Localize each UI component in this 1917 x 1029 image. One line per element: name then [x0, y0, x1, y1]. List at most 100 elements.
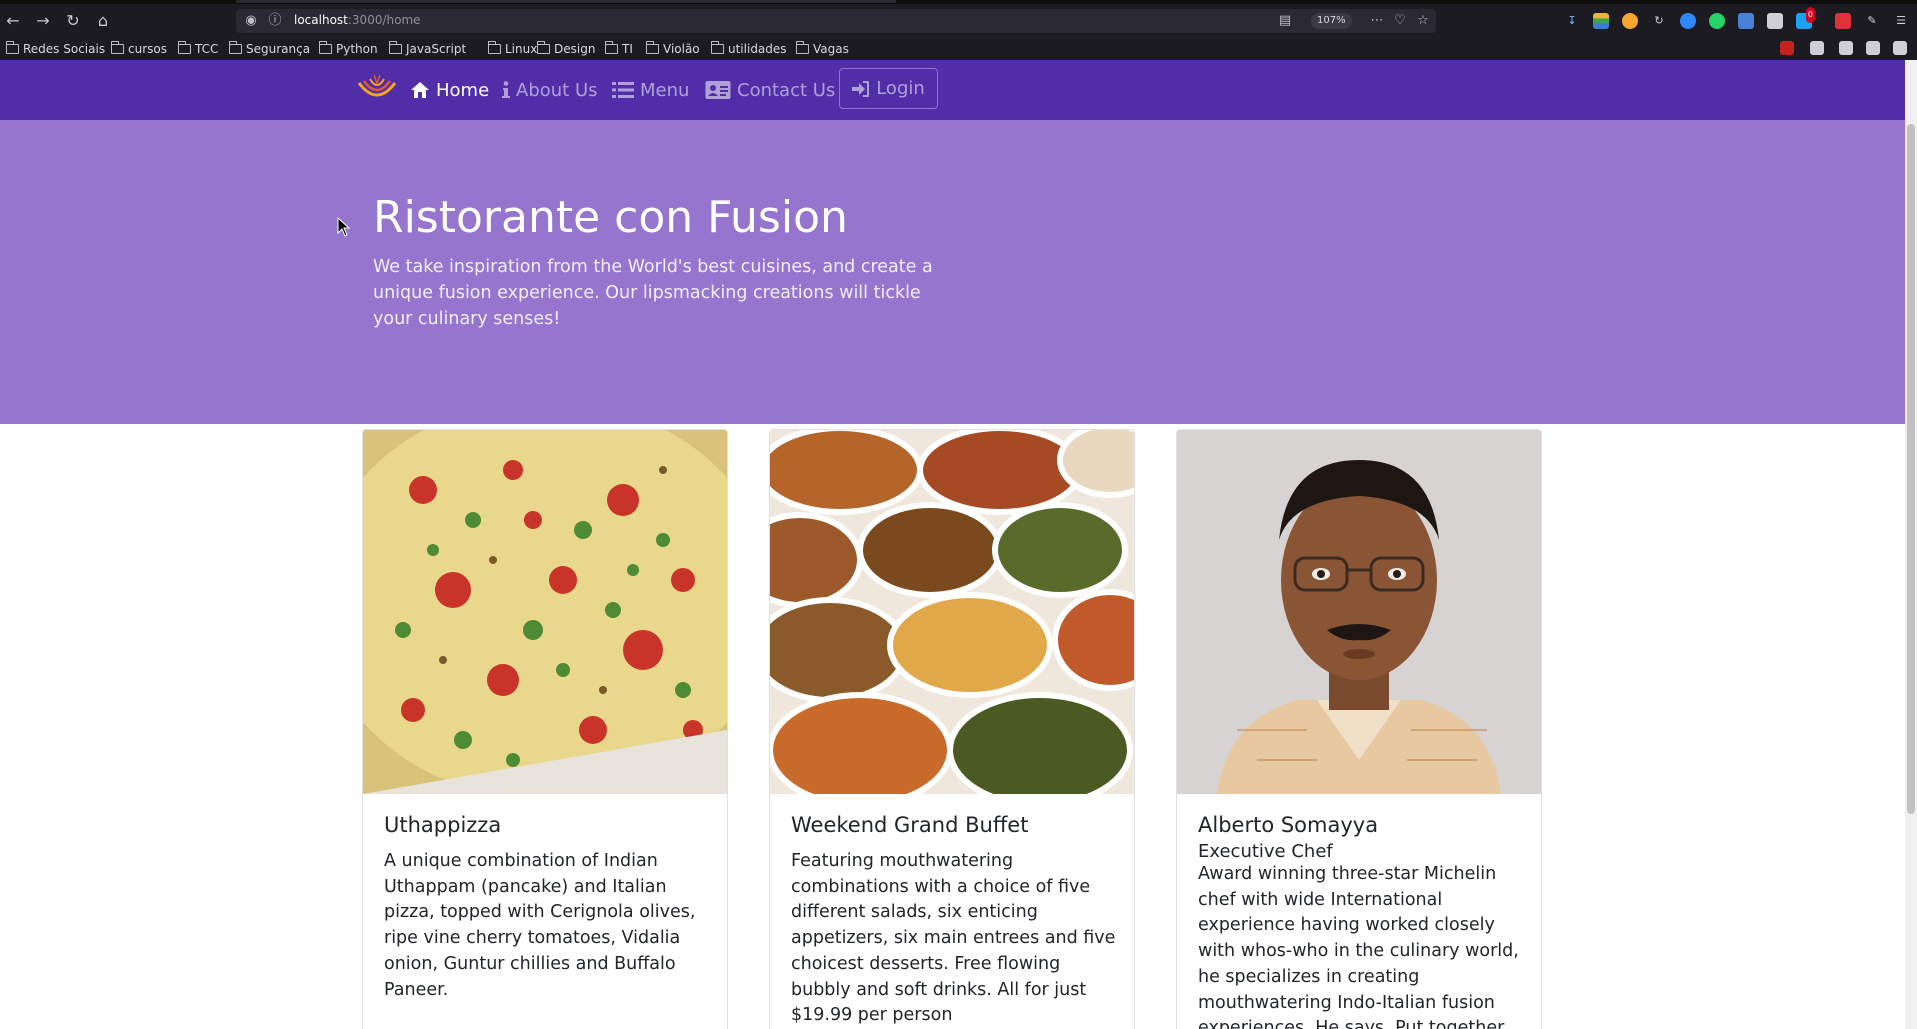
- gmail-icon[interactable]: [1780, 41, 1794, 55]
- bookmark-folder[interactable]: Violão: [645, 41, 700, 57]
- folder-icon: [604, 41, 618, 54]
- active-tab[interactable]: [236, 0, 896, 3]
- account-icon[interactable]: [1839, 41, 1853, 55]
- pizza-photo: [363, 430, 727, 794]
- extension-red-icon[interactable]: [1835, 13, 1851, 29]
- bookmark-folder[interactable]: cursos: [110, 41, 167, 57]
- url-text[interactable]: localhost:3000/home: [294, 13, 421, 27]
- nav-menu[interactable]: Menu: [612, 78, 689, 102]
- library-icon[interactable]: [1866, 41, 1880, 55]
- pocket-icon[interactable]: ♡: [1391, 12, 1409, 30]
- promotion-card[interactable]: Weekend Grand Buffet Featuring mouthwate…: [769, 429, 1135, 1029]
- extension-grey-icon[interactable]: [1767, 13, 1783, 29]
- bookmark-folder[interactable]: Redes Sociais: [5, 41, 106, 57]
- extension-stack-icon[interactable]: [1593, 13, 1609, 29]
- restaurant-logo-icon[interactable]: [356, 73, 398, 107]
- bookmark-folder[interactable]: Python: [318, 41, 378, 57]
- dish-card[interactable]: Uthappizza A unique combination of India…: [362, 429, 728, 1029]
- bookmark-folder[interactable]: utilidades: [710, 41, 787, 57]
- bookmark-label: utilidades: [728, 42, 787, 56]
- bookmark-folder[interactable]: JavaScript: [388, 41, 466, 57]
- hero-description: We take inspiration from the World's bes…: [373, 257, 933, 329]
- zoom-badge[interactable]: 107%: [1311, 13, 1352, 29]
- list-icon: [612, 82, 634, 98]
- browser-toolbar: ← → ↻ ⌂ ◉ ⓘ localhost:3000/home ▤ 107% ⋯…: [0, 4, 1917, 38]
- bookmark-folder[interactable]: Segurança: [228, 41, 311, 57]
- nav-home[interactable]: Home: [410, 78, 489, 102]
- address-card-icon: [705, 81, 731, 99]
- nav-home-label: Home: [436, 79, 490, 101]
- bookmark-label: Design: [554, 42, 596, 56]
- info-icon: [502, 81, 510, 98]
- card-title: Uthappizza: [384, 813, 502, 837]
- bookmark-folder[interactable]: Linux: [487, 41, 538, 57]
- home-browser-icon[interactable]: ⌂: [90, 10, 116, 32]
- leader-card[interactable]: Alberto Somayya Executive Chef Award win…: [1176, 429, 1542, 1029]
- login-button[interactable]: Login: [839, 68, 938, 109]
- card-text: Featuring mouthwatering combinations wit…: [791, 851, 1116, 1026]
- site-info-icon[interactable]: ⓘ: [266, 12, 284, 30]
- card-text: Award winning three-star Michelin chef w…: [1198, 864, 1519, 1029]
- bookmark-label: Violão: [663, 42, 700, 56]
- folder-icon: [388, 41, 402, 54]
- pen-icon[interactable]: ✎: [1864, 13, 1880, 29]
- card-body: Uthappizza A unique combination of India…: [384, 813, 714, 1003]
- bookmark-label: TCC: [195, 42, 219, 56]
- shield-icon[interactable]: ◉: [242, 12, 260, 30]
- stack-icon[interactable]: [1810, 41, 1824, 55]
- downloads-icon[interactable]: ↧: [1564, 13, 1580, 29]
- forward-icon[interactable]: →: [30, 10, 56, 32]
- mouse-cursor-icon: [337, 217, 351, 237]
- scroll-thumb[interactable]: [1907, 124, 1915, 814]
- notification-extension-icon[interactable]: 0: [1796, 7, 1815, 29]
- notification-count: 0: [1805, 7, 1815, 23]
- hamburger-menu-icon[interactable]: ☰: [1893, 13, 1909, 29]
- translate-icon[interactable]: [1738, 13, 1754, 29]
- card-subtitle: Executive Chef: [1198, 841, 1333, 862]
- folder-icon: [177, 41, 191, 54]
- bookmark-folder[interactable]: TCC: [177, 41, 219, 57]
- url-bar[interactable]: ◉ ⓘ localhost:3000/home ▤ 107% ⋯ ♡ ☆: [236, 9, 1436, 33]
- home-icon: [411, 82, 429, 98]
- bookmark-label: Vagas: [813, 42, 849, 56]
- extension-refresh-icon[interactable]: ↻: [1651, 13, 1667, 29]
- whatsapp-icon[interactable]: [1709, 13, 1725, 29]
- navbar: Home About Us Menu Contact Us Login: [0, 60, 1905, 120]
- folder-icon: [487, 41, 501, 54]
- bookmark-label: Linux: [505, 42, 538, 56]
- folder-icon: [318, 41, 332, 54]
- login-label: Login: [876, 78, 925, 99]
- extension-orange-icon[interactable]: [1622, 13, 1638, 29]
- folder-icon: [645, 41, 659, 54]
- nav-contact-label: Contact Us: [737, 79, 836, 101]
- bookmark-label: Python: [336, 42, 378, 56]
- card-body: Alberto Somayya Executive Chef Award win…: [1198, 813, 1528, 1029]
- back-icon[interactable]: ←: [0, 10, 26, 32]
- page-actions-icon[interactable]: ⋯: [1368, 12, 1386, 30]
- nav-about[interactable]: About Us: [502, 78, 598, 102]
- card-body: Weekend Grand Buffet Featuring mouthwate…: [791, 813, 1121, 1029]
- hero-title: Ristorante con Fusion: [373, 192, 848, 243]
- bookmark-folder[interactable]: Vagas: [795, 41, 849, 57]
- page-viewport: Home About Us Menu Contact Us Login Rist…: [0, 60, 1917, 1029]
- folder-icon: [536, 41, 550, 54]
- bookmark-star-icon[interactable]: ☆: [1414, 12, 1432, 30]
- sign-in-icon: [852, 80, 870, 97]
- bookmark-label: Segurança: [246, 42, 311, 56]
- folder-icon: [228, 41, 242, 54]
- reader-view-icon[interactable]: ▤: [1276, 12, 1294, 30]
- bookmark-label: TI: [622, 42, 633, 56]
- bookmark-label: Redes Sociais: [23, 42, 106, 56]
- folder-icon: [795, 41, 809, 54]
- mask-icon[interactable]: [1893, 41, 1907, 55]
- card-text: A unique combination of Indian Uthappam …: [384, 851, 696, 1000]
- page-scrollbar[interactable]: [1905, 60, 1917, 1029]
- bookmark-folder[interactable]: TI: [604, 41, 633, 57]
- chef-portrait: [1177, 430, 1541, 794]
- nav-contact[interactable]: Contact Us: [705, 78, 835, 102]
- folder-icon: [110, 41, 124, 54]
- reload-icon[interactable]: ↻: [60, 10, 86, 32]
- messenger-icon[interactable]: [1680, 13, 1696, 29]
- bookmark-folder[interactable]: Design: [536, 41, 596, 57]
- card-title: Weekend Grand Buffet: [791, 813, 1029, 837]
